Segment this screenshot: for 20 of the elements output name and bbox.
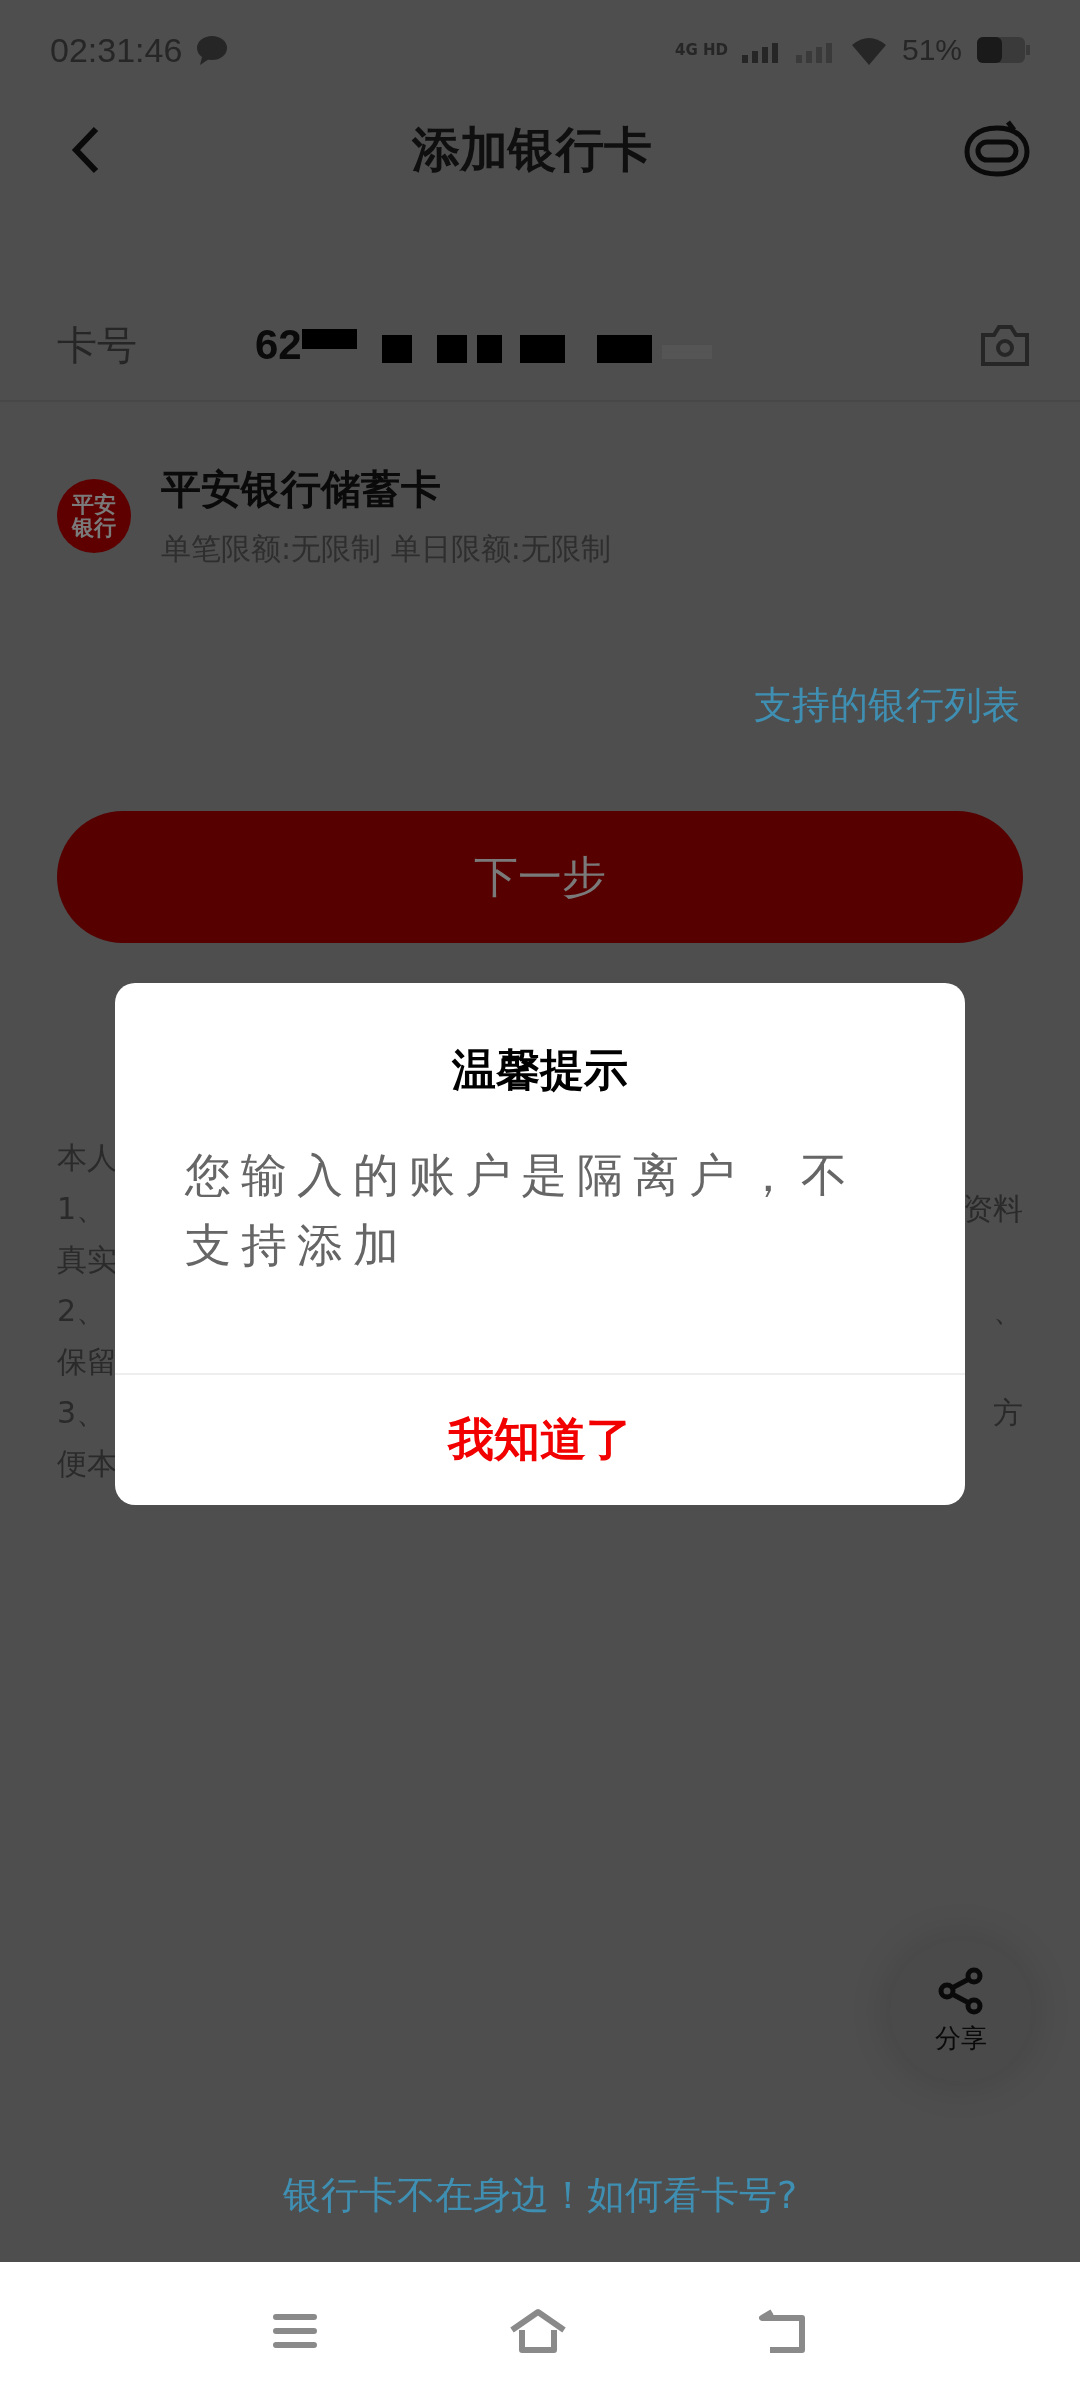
menu-icon[interactable]: [272, 2311, 318, 2351]
card-number-field[interactable]: 62: [255, 321, 302, 369]
dialog-message: 您输入的账户是隔离户，不支持添加: [185, 1147, 858, 1274]
camera-icon[interactable]: [980, 323, 1030, 367]
back-nav-icon[interactable]: [758, 2308, 808, 2354]
supported-banks-link[interactable]: 支持的银行列表: [754, 680, 1020, 731]
wifi-icon: [849, 35, 888, 65]
battery-icon: [976, 36, 1030, 64]
share-button[interactable]: 分享: [890, 1940, 1032, 2082]
confirm-button[interactable]: 我知道了: [115, 1373, 965, 1505]
page-title: 添加银行卡: [412, 120, 652, 179]
share-icon: [937, 1966, 985, 2015]
home-icon[interactable]: [508, 2308, 568, 2354]
note-text: 、: [993, 1292, 1023, 1330]
back-icon[interactable]: [70, 125, 100, 175]
bank-name: 平安银行储蓄卡: [161, 465, 442, 514]
bank-logo: 平安银行: [57, 479, 131, 553]
dialog-title: 温馨提示: [451, 1043, 629, 1097]
message-icon: [196, 35, 229, 65]
help-link[interactable]: 银行卡不在身边！如何看卡号?: [0, 2170, 1080, 2221]
